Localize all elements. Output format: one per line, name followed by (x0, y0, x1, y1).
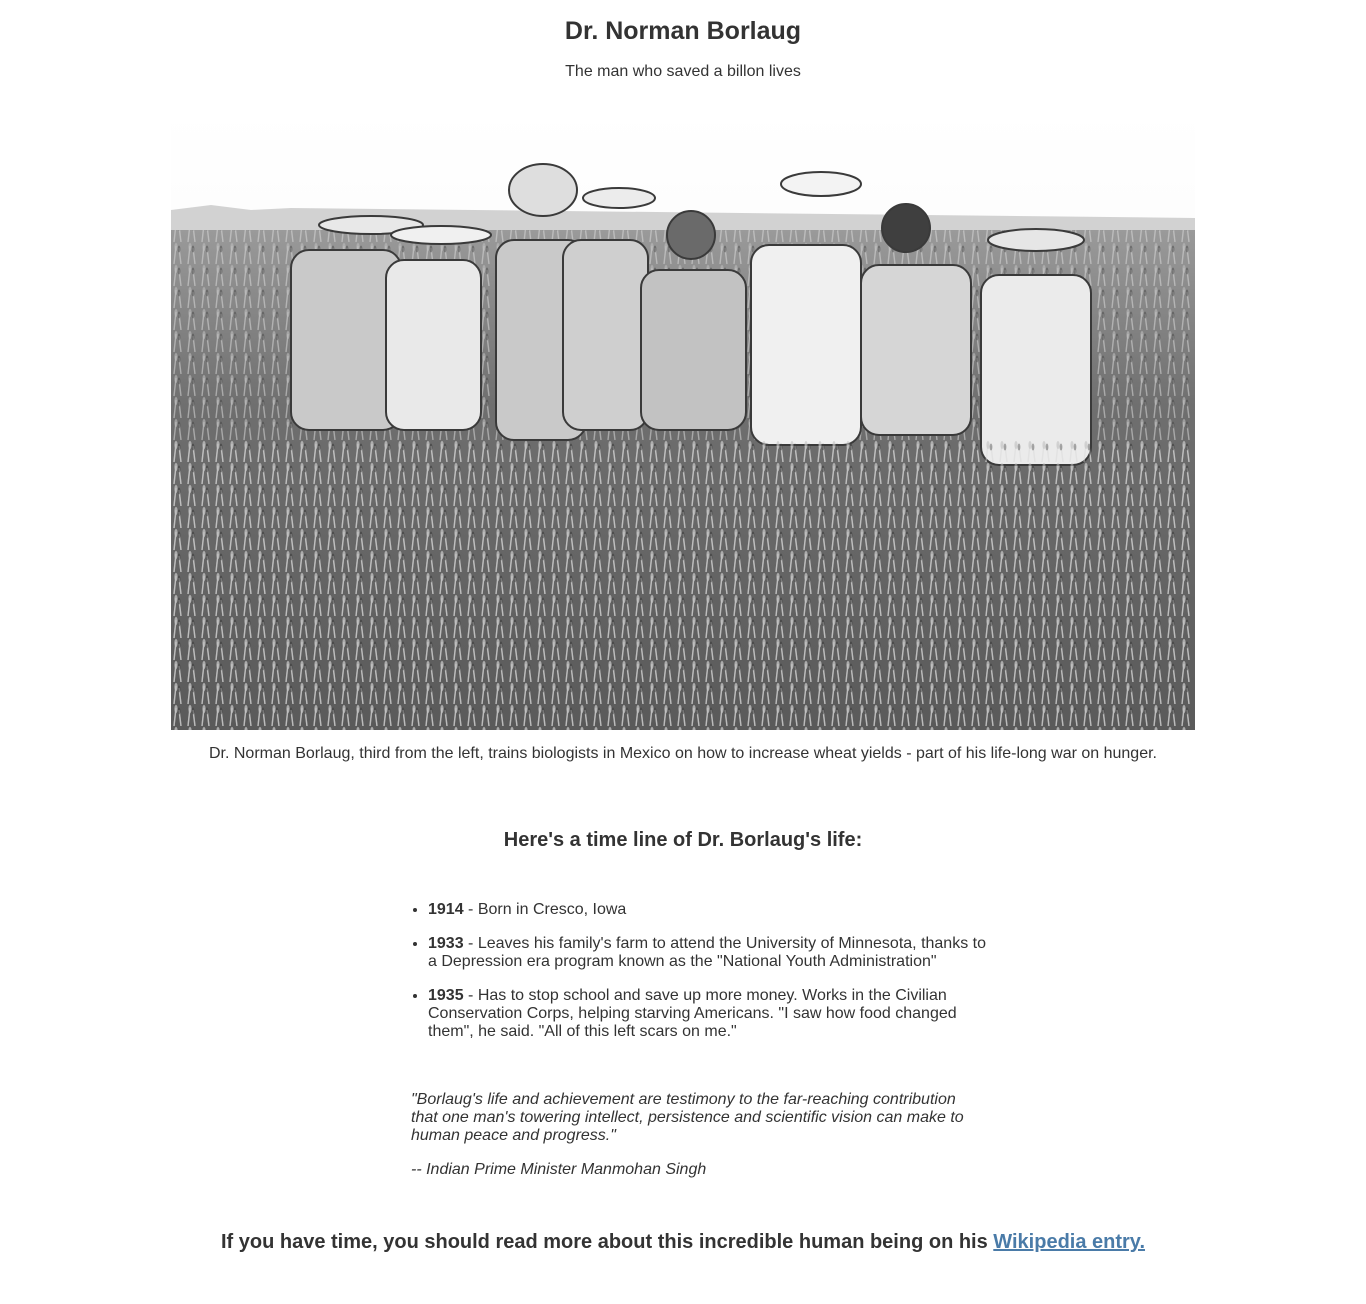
timeline-text: - Born in Cresco, Iowa (463, 901, 627, 918)
timeline-year: 1914 (428, 901, 464, 918)
page-subtitle: The man who saved a billon lives (565, 63, 801, 80)
timeline-item: 1935 - Has to stop school and save up mo… (428, 987, 998, 1041)
quote-text: "Borlaug's life and achievement are test… (411, 1091, 964, 1144)
timeline-list: 1914 - Born in Cresco, Iowa 1933 - Leave… (411, 901, 998, 1057)
page: Dr. Norman Borlaug The man who saved a b… (0, 0, 1366, 1304)
timeline-item: 1914 - Born in Cresco, Iowa (428, 901, 998, 919)
photo-caption: Dr. Norman Borlaug, third from the left,… (208, 745, 1157, 762)
timeline-year: 1933 (428, 935, 464, 952)
outro-text: If you have time, you should read more a… (0, 1228, 1366, 1256)
quote-attribution: -- Indian Prime Minister Manmohan Singh (411, 1161, 707, 1178)
outro-sentence: If you have time, you should read more a… (220, 1231, 994, 1253)
timeline-heading: Here's a time line of Dr. Borlaug's life… (503, 829, 863, 851)
wikipedia-link[interactable]: Wikipedia entry. (993, 1231, 1145, 1253)
timeline-item: 1933 - Leaves his family's farm to atten… (428, 935, 998, 971)
page-title: Dr. Norman Borlaug (564, 17, 802, 45)
borlaug-photo (171, 110, 1195, 730)
timeline-year: 1935 (428, 987, 464, 1004)
timeline-text: - Has to stop school and save up more mo… (428, 987, 957, 1040)
timeline-text: - Leaves his family's farm to attend the… (428, 935, 986, 970)
